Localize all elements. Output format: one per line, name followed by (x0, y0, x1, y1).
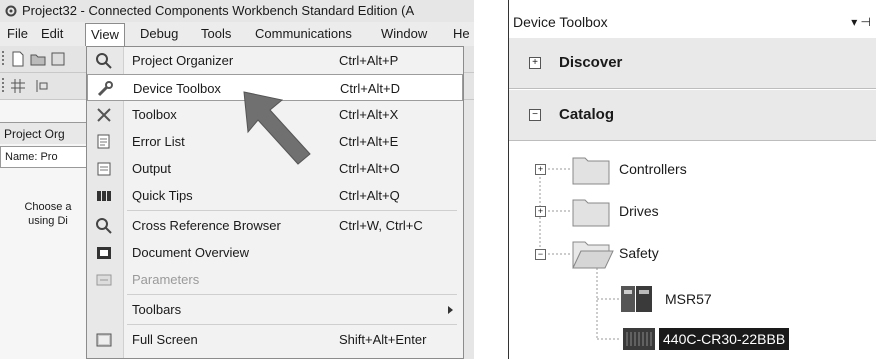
magnifier-icon (96, 53, 112, 69)
window-title: Project32 - Connected Components Workben… (22, 3, 415, 18)
menu-separator (127, 324, 457, 325)
pointer-arrow-icon (243, 91, 311, 165)
project-organizer-panel: Project Org Name: Pro Choose a using Di (0, 100, 97, 359)
menu-item-shortcut: Ctrl+Alt+E (339, 134, 399, 149)
collapse-icon[interactable]: − (529, 109, 541, 121)
menu-item-document-overview[interactable]: Document Overview (87, 239, 463, 266)
app-gear-icon (5, 5, 17, 17)
expand-icon[interactable]: + (535, 206, 546, 217)
menu-item-toolbars[interactable]: Toolbars (87, 296, 463, 323)
tools-icon (97, 108, 111, 122)
tree-node-440c-cr30-22bbb[interactable]: 440C-CR30-22BBB (659, 328, 790, 350)
new-file-icon[interactable] (10, 51, 26, 67)
tree-node-safety[interactable]: Safety (619, 244, 659, 262)
submenu-arrow-icon (448, 306, 453, 314)
menu-item-parameters: Parameters (87, 266, 463, 293)
title-bar: Project32 - Connected Components Workben… (0, 0, 474, 22)
catalog-tree: + Controllers + Drives − Safety MSR57 44… (509, 142, 876, 359)
menu-edit[interactable]: Edit (36, 22, 68, 46)
device-toolbox-panel: Device Toolbox ▾ ⊣ + Discover − Catalog … (508, 0, 876, 359)
menu-separator (127, 294, 457, 295)
grid-icon[interactable] (10, 78, 26, 94)
open-folder-icon (572, 241, 614, 269)
menu-file[interactable]: File (2, 22, 33, 46)
menu-item-project-organizer[interactable]: Project Organizer Ctrl+Alt+P (87, 47, 463, 74)
output-icon (97, 162, 111, 176)
menu-bar: File Edit View Debug Tools Communication… (0, 22, 474, 48)
tree-node-drives[interactable]: Drives (619, 202, 659, 220)
menu-item-label: Full Screen (132, 332, 198, 347)
editor-edge (464, 100, 474, 359)
parameters-icon (96, 274, 112, 286)
quick-tips-icon (97, 191, 111, 201)
controller-module-icon (623, 328, 655, 350)
tree-node-msr57[interactable]: MSR57 (665, 290, 712, 308)
safety-relay-icon (621, 286, 652, 312)
section-discover-label: Discover (559, 54, 623, 71)
menu-item-label: Toolbox (132, 107, 177, 122)
device-toolbox-title: Device Toolbox (513, 14, 608, 30)
menu-item-quick-tips[interactable]: Quick Tips Ctrl+Alt+Q (87, 182, 463, 209)
menu-item-cross-reference-browser[interactable]: Cross Reference Browser Ctrl+W, Ctrl+C (87, 212, 463, 239)
section-discover[interactable]: + Discover (509, 38, 876, 89)
menu-separator (127, 210, 457, 211)
menu-item-shortcut: Ctrl+Alt+X (339, 107, 399, 122)
menu-view[interactable]: View (85, 23, 125, 48)
menu-item-label: Cross Reference Browser (132, 218, 281, 233)
toolbar-grip[interactable] (2, 78, 4, 94)
menu-item-label: Toolbars (132, 302, 182, 317)
menu-window[interactable]: Window (376, 22, 432, 46)
folder-icon (572, 157, 610, 185)
align-icon[interactable] (34, 78, 50, 94)
menu-item-shortcut: Ctrl+Alt+O (339, 161, 400, 176)
section-catalog-label: Catalog (559, 106, 615, 123)
document-icon (97, 247, 111, 259)
application-window: Project32 - Connected Components Workben… (0, 0, 474, 359)
menu-item-label: Document Overview (132, 245, 250, 260)
menu-item-label: Quick Tips (132, 188, 193, 203)
menu-item-shortcut: Shift+Alt+Enter (339, 332, 427, 347)
error-list-icon (97, 134, 110, 149)
tree-node-controllers[interactable]: Controllers (619, 160, 687, 178)
toolbar-grip[interactable] (2, 51, 4, 67)
menu-item-label: Output (132, 161, 172, 176)
menu-item-label: Error List (132, 134, 185, 149)
menu-item-label: Project Organizer (132, 53, 234, 68)
project-organizer-hint: Choose a using Di (24, 201, 72, 227)
open-folder-icon[interactable] (30, 51, 46, 67)
project-name-field[interactable]: Name: Pro (0, 146, 96, 168)
menu-item-shortcut: Ctrl+W, Ctrl+C (339, 218, 423, 233)
project-organizer-header: Project Org (0, 122, 96, 144)
menu-item-shortcut: Ctrl+Alt+Q (339, 188, 400, 203)
menu-item-shortcut: Ctrl+Alt+D (340, 81, 400, 96)
expand-icon[interactable]: + (535, 164, 546, 175)
folder-icon (572, 199, 610, 227)
collapse-icon[interactable]: − (535, 249, 546, 260)
wrench-icon (97, 81, 113, 97)
expand-icon[interactable]: + (529, 57, 541, 69)
menu-debug[interactable]: Debug (135, 22, 183, 46)
menu-communications[interactable]: Communications (250, 22, 357, 46)
menu-help[interactable]: He (448, 22, 474, 46)
pin-icon[interactable]: ▾ ⊣ (851, 16, 871, 28)
save-icon[interactable] (50, 51, 66, 67)
section-catalog[interactable]: − Catalog (509, 90, 876, 141)
catalog-tree-lines (539, 168, 619, 340)
fullscreen-icon (96, 333, 112, 347)
menu-tools[interactable]: Tools (196, 22, 236, 46)
menu-item-full-screen[interactable]: Full Screen Shift+Alt+Enter (87, 326, 463, 353)
menu-item-shortcut: Ctrl+Alt+P (339, 53, 399, 68)
menu-item-label: Device Toolbox (133, 81, 221, 96)
menu-item-label: Parameters (132, 272, 200, 287)
magnifier-icon (96, 218, 112, 234)
